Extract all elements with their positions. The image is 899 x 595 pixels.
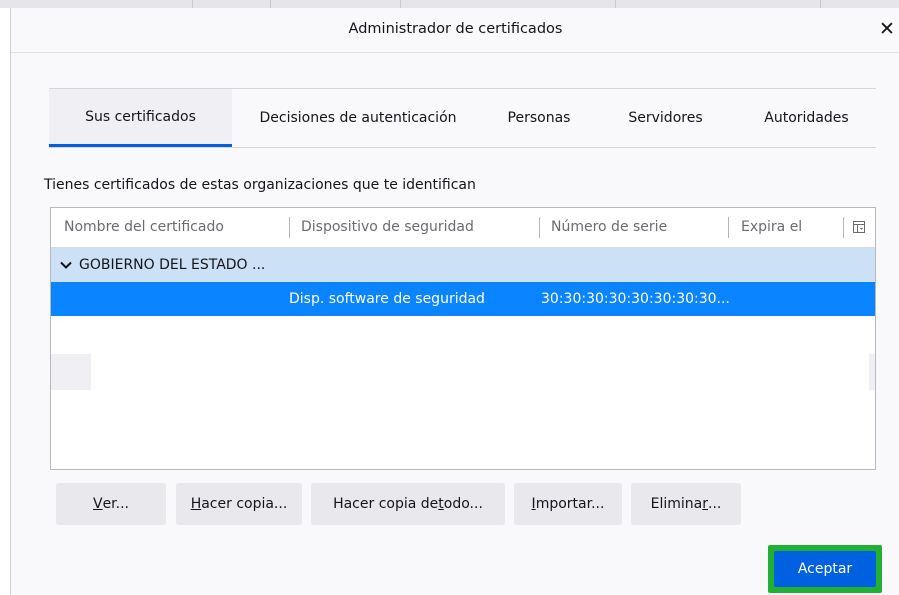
tab-your-certificates[interactable]: Sus certificados — [49, 89, 232, 147]
tree-empty-area — [51, 354, 91, 390]
button-label-pre: Hacer copia de — [333, 496, 439, 512]
tree-scrollbar[interactable] — [869, 354, 875, 390]
column-splitter[interactable] — [728, 217, 729, 238]
tab-people[interactable]: Personas — [484, 89, 594, 147]
button-label-pre: Elimina — [650, 496, 703, 512]
column-picker-icon[interactable] — [852, 220, 866, 234]
cell-device: Disp. software de seguridad — [289, 291, 485, 307]
tab-authentication-decisions[interactable]: Decisiones de autenticación — [232, 89, 484, 147]
view-button[interactable]: Ver... — [56, 483, 166, 525]
chevron-down-icon[interactable] — [59, 258, 73, 272]
table-row[interactable]: Disp. software de seguridad 30:30:30:30:… — [51, 282, 875, 316]
button-label-post: odo... — [443, 496, 483, 512]
backup-button[interactable]: Hacer copia... — [176, 483, 302, 525]
tab-authorities[interactable]: Autoridades — [737, 89, 876, 147]
tab-label: Servidores — [628, 110, 703, 126]
certificates-description: Tienes certificados de estas organizacio… — [44, 177, 476, 193]
column-header-expires[interactable]: Expira el — [741, 208, 802, 247]
column-header-device[interactable]: Dispositivo de seguridad — [301, 208, 474, 247]
cell-serial: 30:30:30:30:30:30:30:30... — [541, 291, 730, 307]
delete-button[interactable]: Elimina r... — [631, 483, 741, 525]
column-splitter[interactable] — [539, 217, 540, 238]
certificates-tree[interactable]: Nombre del certificado Dispositivo de se… — [50, 207, 876, 470]
close-icon[interactable]: ✕ — [876, 17, 898, 41]
column-header-serial[interactable]: Número de serie — [551, 208, 667, 247]
column-splitter[interactable] — [289, 217, 290, 238]
button-accesskey: V — [92, 496, 103, 512]
dialog-title: Administrador de certificados — [348, 21, 563, 37]
button-label-post: er... — [102, 496, 129, 512]
button-label-post: acer copia... — [201, 496, 288, 512]
tab-servers[interactable]: Servidores — [594, 89, 737, 147]
tab-label: Sus certificados — [85, 108, 196, 125]
background-window-strip — [0, 0, 899, 8]
tree-group-row[interactable]: GOBIERNO DEL ESTADO ... — [51, 248, 875, 282]
accept-button[interactable]: Aceptar — [774, 551, 876, 587]
column-splitter[interactable] — [843, 217, 844, 238]
group-name: GOBIERNO DEL ESTADO ... — [79, 257, 266, 273]
button-label-post: mportar... — [535, 496, 605, 512]
import-button[interactable]: Importar... — [514, 483, 622, 525]
tree-header: Nombre del certificado Dispositivo de se… — [51, 208, 875, 248]
certificate-manager-dialog: Administrador de certificados ✕ Sus cert… — [10, 8, 899, 595]
button-label-post: ... — [708, 496, 722, 512]
tab-bar: Sus certificados Decisiones de autentica… — [49, 88, 876, 148]
tab-label: Autoridades — [764, 110, 849, 126]
backup-all-button[interactable]: Hacer copia de t odo... — [311, 483, 505, 525]
button-accesskey: H — [190, 496, 202, 512]
tab-label: Decisiones de autenticación — [259, 110, 457, 126]
accept-highlight-box: Aceptar — [768, 545, 882, 593]
tab-label: Personas — [507, 110, 571, 126]
column-header-name[interactable]: Nombre del certificado — [64, 208, 224, 247]
dialog-titlebar: Administrador de certificados ✕ — [11, 8, 899, 53]
